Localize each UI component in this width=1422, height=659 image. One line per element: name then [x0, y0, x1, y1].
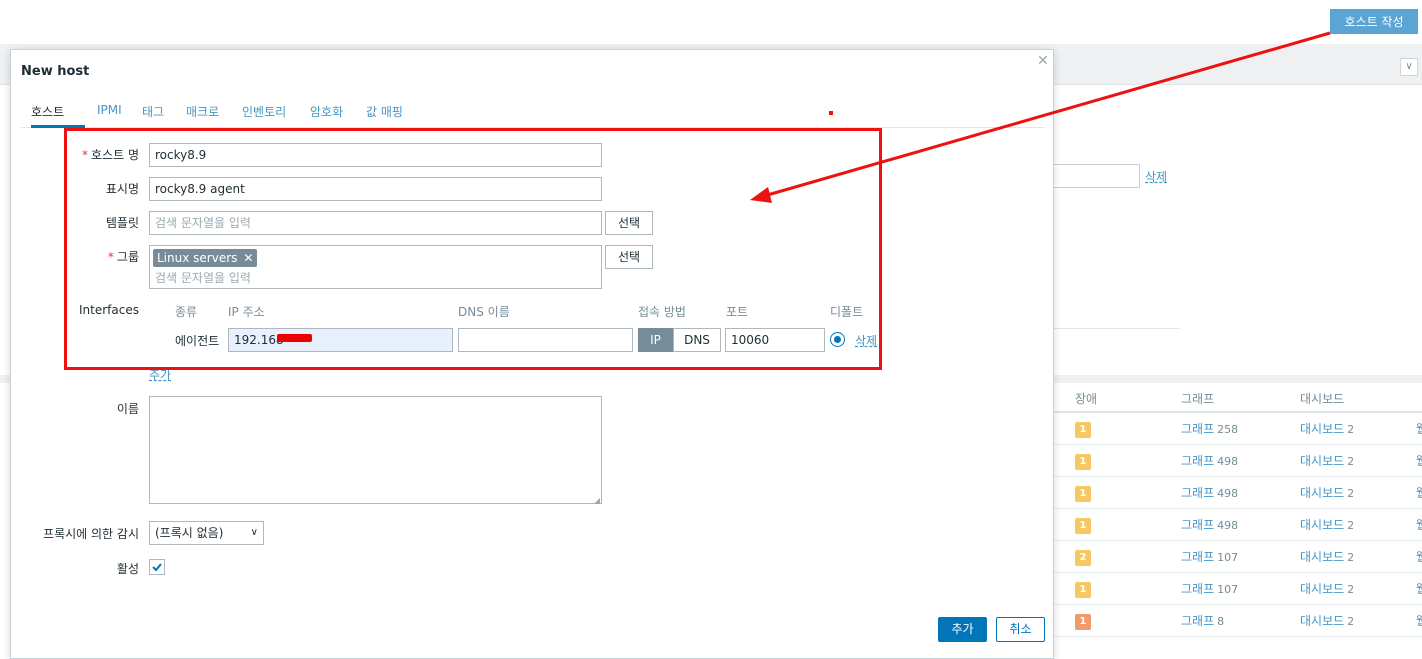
- problems-badge[interactable]: 1: [1075, 582, 1091, 598]
- tab-ipmi[interactable]: IPMI: [97, 102, 122, 128]
- connect-dns-toggle[interactable]: DNS: [673, 328, 721, 352]
- add-button[interactable]: 추가: [938, 617, 987, 642]
- description-textarea[interactable]: [149, 396, 602, 505]
- redaction-mark: [277, 334, 312, 342]
- problems-badge[interactable]: 1: [1075, 454, 1091, 470]
- tab-value-mapping[interactable]: 값 매핑: [366, 102, 403, 128]
- dialog-tabs: 호스트 IPMI 태그 매크로 인벤토리 암호화 값 매핑: [21, 102, 1045, 128]
- table-row: 1 그래프 498 대시보드 2 웹: [1054, 509, 1422, 541]
- interfaces-header-default: 디폴트: [830, 305, 864, 319]
- proxy-select[interactable]: (프록시 없음) ∨: [149, 521, 264, 545]
- dashboards-link[interactable]: 대시보드 2: [1300, 548, 1354, 565]
- tab-macros[interactable]: 매크로: [186, 102, 219, 128]
- problems-badge[interactable]: 1: [1075, 518, 1091, 534]
- chevron-down-icon: ∨: [250, 527, 258, 538]
- enabled-label: 활성: [116, 562, 139, 576]
- graphs-link[interactable]: 그래프 498: [1181, 484, 1238, 501]
- truncated-column-link[interactable]: 웹: [1416, 516, 1422, 533]
- templates-search-input[interactable]: [149, 211, 602, 235]
- graphs-link[interactable]: 그래프 8: [1181, 612, 1224, 629]
- table-row: 1 그래프 258 대시보드 2 웹: [1054, 413, 1422, 445]
- truncated-column-link[interactable]: 웹: [1416, 420, 1422, 437]
- groups-multiselect[interactable]: Linux servers ✕ 검색 문자열을 입력: [149, 245, 602, 289]
- interfaces-header-ip: IP 주소: [228, 305, 265, 319]
- truncated-column-link[interactable]: 웹: [1416, 484, 1422, 501]
- visible-name-input[interactable]: [149, 177, 602, 201]
- filter-input[interactable]: [1054, 164, 1140, 188]
- group-chip: Linux servers ✕: [153, 249, 258, 267]
- groups-label: * 그룹: [107, 250, 139, 264]
- host-name-label: * 호스트 명: [82, 148, 139, 162]
- tab-encryption[interactable]: 암호화: [310, 102, 343, 128]
- create-host-button[interactable]: 호스트 작성: [1330, 9, 1418, 34]
- divider: [1054, 328, 1180, 329]
- graphs-link[interactable]: 그래프 258: [1181, 420, 1238, 437]
- remove-chip-icon[interactable]: ✕: [243, 251, 253, 265]
- dashboards-link[interactable]: 대시보드 2: [1300, 612, 1354, 629]
- dashboards-link[interactable]: 대시보드 2: [1300, 452, 1354, 469]
- tab-inventory[interactable]: 인벤토리: [242, 102, 286, 128]
- graphs-link[interactable]: 그래프 107: [1181, 580, 1238, 597]
- interfaces-header-dns: DNS 이름: [458, 305, 510, 319]
- cancel-button[interactable]: 취소: [996, 617, 1045, 642]
- interfaces-header-connect: 접속 방법: [638, 305, 686, 319]
- truncated-column-link[interactable]: 웹: [1416, 452, 1422, 469]
- column-header-dashboards[interactable]: 대시보드: [1300, 390, 1344, 407]
- dialog-title: New host: [21, 64, 90, 79]
- column-header-graphs[interactable]: 그래프: [1181, 390, 1214, 407]
- filter-delete-link[interactable]: 삭제: [1145, 168, 1167, 185]
- graphs-link[interactable]: 그래프 498: [1181, 516, 1238, 533]
- interface-port-input[interactable]: [725, 328, 825, 352]
- hosts-table: 장애 그래프 대시보드 1 그래프 258 대시보드 2 웹 1 그래프 498 대시보드 2 웹 1 그…: [1054, 383, 1422, 637]
- truncated-column-link[interactable]: 웹: [1416, 612, 1422, 629]
- check-icon: [152, 563, 162, 572]
- groups-search-input[interactable]: 검색 문자열을 입력: [155, 269, 251, 286]
- add-interface-link[interactable]: 추가: [149, 366, 171, 383]
- close-icon[interactable]: ✕: [1037, 53, 1049, 69]
- chevron-down-icon[interactable]: ∨: [1400, 58, 1418, 76]
- groups-select-button[interactable]: 선택: [605, 245, 653, 269]
- tab-tags[interactable]: 태그: [142, 102, 164, 128]
- table-row: 2 그래프 107 대시보드 2 웹: [1054, 541, 1422, 573]
- templates-label: 템플릿: [105, 216, 139, 230]
- table-row: 1 그래프 498 대시보드 2 웹: [1054, 477, 1422, 509]
- description-label: 이름: [116, 402, 139, 416]
- enabled-checkbox[interactable]: [149, 559, 165, 575]
- annotation-dot: [829, 111, 833, 115]
- default-interface-radio[interactable]: [830, 332, 845, 347]
- table-row: 1 그래프 107 대시보드 2 웹: [1054, 573, 1422, 605]
- table-header: 장애 그래프 대시보드: [1054, 383, 1422, 413]
- problems-badge[interactable]: 1: [1075, 486, 1091, 502]
- interface-ip-input[interactable]: [228, 328, 453, 352]
- visible-name-label: 표시명: [105, 182, 139, 196]
- problems-badge[interactable]: 1: [1075, 422, 1091, 438]
- proxy-label: 프록시에 의한 감시: [43, 527, 139, 541]
- connect-ip-toggle[interactable]: IP: [638, 328, 673, 352]
- problems-badge[interactable]: 2: [1075, 550, 1091, 566]
- new-host-dialog: New host ✕ 호스트 IPMI 태그 매크로 인벤토리 암호화 값 매핑…: [10, 49, 1054, 659]
- dashboards-link[interactable]: 대시보드 2: [1300, 580, 1354, 597]
- dashboards-link[interactable]: 대시보드 2: [1300, 484, 1354, 501]
- interface-dns-input[interactable]: [458, 328, 633, 352]
- column-header-problems[interactable]: 장애: [1075, 390, 1097, 407]
- truncated-column-link[interactable]: 웹: [1416, 548, 1422, 565]
- graphs-link[interactable]: 그래프 498: [1181, 452, 1238, 469]
- table-row: 1 그래프 498 대시보드 2 웹: [1054, 445, 1422, 477]
- interface-type: 에이전트: [175, 334, 220, 348]
- graphs-link[interactable]: 그래프 107: [1181, 548, 1238, 565]
- interfaces-label: Interfaces: [79, 303, 139, 317]
- templates-select-button[interactable]: 선택: [605, 211, 653, 235]
- interface-remove-link[interactable]: 삭제: [855, 332, 877, 349]
- host-name-input[interactable]: [149, 143, 602, 167]
- interfaces-header-type: 종류: [175, 305, 198, 319]
- problems-badge[interactable]: 1: [1075, 614, 1091, 630]
- tab-host[interactable]: 호스트: [31, 102, 85, 128]
- truncated-column-link[interactable]: 웹: [1416, 580, 1422, 597]
- dashboards-link[interactable]: 대시보드 2: [1300, 420, 1354, 437]
- table-row: 1 그래프 8 대시보드 2 웹: [1054, 605, 1422, 637]
- dashboards-link[interactable]: 대시보드 2: [1300, 516, 1354, 533]
- interfaces-header-port: 포트: [726, 305, 749, 319]
- top-bar: [0, 0, 1422, 44]
